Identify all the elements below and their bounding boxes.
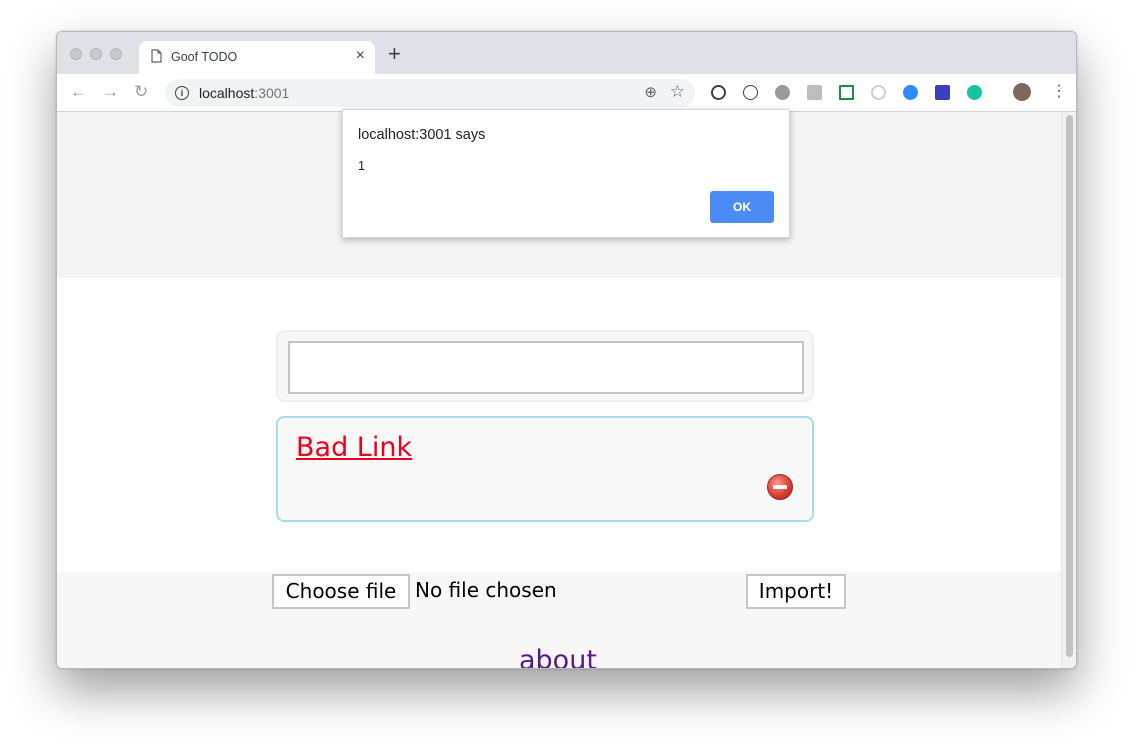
file-status-text: No file chosen <box>415 578 557 602</box>
import-button[interactable]: Import! <box>746 574 846 609</box>
todo-item-link[interactable]: Bad Link <box>296 432 412 463</box>
page-scrollbar[interactable] <box>1061 112 1076 668</box>
extension-ghost-icon[interactable] <box>871 85 886 100</box>
about-link[interactable]: about <box>519 645 597 668</box>
close-tab-icon[interactable]: × <box>356 47 365 65</box>
alert-title: localhost:3001 says <box>358 127 486 143</box>
info-icon[interactable]: i <box>175 86 189 100</box>
scrollbar-thumb[interactable] <box>1066 115 1073 657</box>
zoom-icon[interactable]: ⊕ <box>644 83 657 101</box>
alert-message: 1 <box>358 159 365 173</box>
profile-avatar[interactable] <box>1013 83 1031 101</box>
back-button[interactable]: ← <box>70 83 87 101</box>
extension-grammarly-icon[interactable] <box>967 85 982 100</box>
choose-file-button[interactable]: Choose file <box>272 574 410 609</box>
new-todo-input[interactable] <box>288 341 804 394</box>
tab-title: Goof TODO <box>171 50 238 64</box>
forward-button[interactable]: → <box>102 83 119 101</box>
alert-dialog: localhost:3001 says 1 OK <box>342 109 790 238</box>
browser-window: Goof TODO × + ← → ↻ i localhost:3001 ⊕ ☆… <box>56 31 1077 669</box>
todo-item: Bad Link <box>276 416 814 522</box>
minimize-window-button[interactable] <box>90 48 102 60</box>
tab-goof-todo[interactable]: Goof TODO × <box>139 41 375 74</box>
new-todo-form <box>276 330 814 402</box>
extension-1password-icon[interactable] <box>711 85 726 100</box>
reload-button[interactable]: ↻ <box>134 83 148 101</box>
more-menu-icon[interactable]: ⋮ <box>1051 83 1067 101</box>
extension-code-icon[interactable] <box>743 85 758 100</box>
new-tab-button[interactable]: + <box>388 43 401 65</box>
extension-screenshot-icon[interactable] <box>839 85 854 100</box>
extension-circle-icon[interactable] <box>775 85 790 100</box>
browser-toolbar: ← → ↻ i localhost:3001 ⊕ ☆ ⋮ <box>57 74 1076 112</box>
url-host: localhost <box>199 85 255 101</box>
zoom-window-button[interactable] <box>110 48 122 60</box>
document-icon <box>151 49 162 68</box>
extension-zoom-icon[interactable] <box>903 85 918 100</box>
extension-w-icon[interactable] <box>807 85 822 100</box>
close-window-button[interactable] <box>70 48 82 60</box>
tab-strip: Goof TODO × + <box>57 32 1076 74</box>
url-text: localhost:3001 <box>199 85 289 101</box>
minus-circle-icon[interactable] <box>766 473 794 501</box>
bookmark-star-icon[interactable]: ☆ <box>670 82 685 102</box>
address-bar[interactable]: i localhost:3001 ⊕ ☆ <box>165 79 695 107</box>
alert-ok-button[interactable]: OK <box>710 191 774 223</box>
url-port: :3001 <box>254 85 290 101</box>
extension-bookmark-icon[interactable] <box>935 85 950 100</box>
